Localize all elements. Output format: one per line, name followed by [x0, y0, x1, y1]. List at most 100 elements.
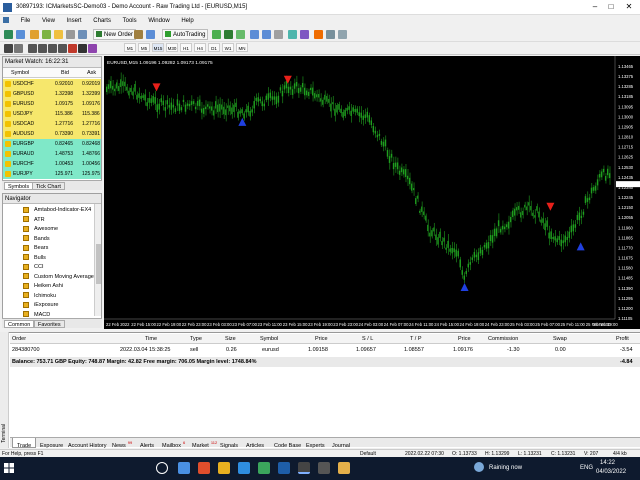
candle[interactable]: [386, 150, 389, 157]
candle[interactable]: [453, 248, 455, 253]
candle[interactable]: [439, 231, 441, 238]
candle[interactable]: [110, 81, 112, 89]
indicators-icon[interactable]: [314, 30, 323, 39]
candle[interactable]: [487, 242, 490, 249]
minimize-icon[interactable]: –: [588, 2, 602, 12]
candle[interactable]: [237, 111, 239, 118]
candle[interactable]: [277, 95, 280, 103]
new-chart-icon[interactable]: [4, 30, 13, 39]
candle[interactable]: [132, 91, 134, 96]
market-watch-row[interactable]: EURGBP 0.82465 0.82468: [3, 139, 101, 149]
candle[interactable]: [598, 173, 601, 178]
col-symbol[interactable]: Symbol: [11, 70, 29, 76]
candle[interactable]: [184, 104, 187, 112]
candle[interactable]: [483, 245, 486, 248]
bar-chart-icon[interactable]: [212, 30, 221, 39]
candle[interactable]: [421, 206, 423, 212]
terminal-tab[interactable]: Account History: [64, 438, 111, 449]
navigator-item[interactable]: ATR: [23, 216, 45, 225]
candle[interactable]: [188, 103, 191, 107]
candle[interactable]: [182, 99, 185, 102]
navigator-item[interactable]: CCI: [23, 263, 43, 272]
candle[interactable]: [128, 90, 130, 96]
market-watch-row[interactable]: USDJPY 115.386 115.386: [3, 109, 101, 119]
terminal-tab[interactable]: Market112: [188, 438, 219, 449]
candle[interactable]: [299, 87, 302, 92]
candle[interactable]: [239, 110, 241, 114]
candle[interactable]: [211, 106, 213, 111]
candle[interactable]: [301, 83, 304, 88]
sell-signal-arrow[interactable]: [152, 83, 161, 92]
chart-shift-icon[interactable]: [300, 30, 309, 39]
candle[interactable]: [507, 221, 510, 229]
candle[interactable]: [552, 236, 554, 240]
candle[interactable]: [249, 110, 251, 117]
candle[interactable]: [140, 95, 142, 99]
terminal-tab[interactable]: Mailbox6: [158, 438, 187, 449]
candle[interactable]: [229, 105, 231, 112]
candle[interactable]: [558, 236, 560, 240]
candle[interactable]: [584, 196, 587, 203]
scroll-thumb[interactable]: [96, 244, 101, 284]
timeframe-m1[interactable]: M1: [124, 43, 136, 52]
candle[interactable]: [148, 98, 150, 103]
candle[interactable]: [606, 168, 609, 176]
candle[interactable]: [398, 170, 401, 175]
options-icon[interactable]: [146, 30, 155, 39]
tab-tick-chart[interactable]: Tick Chart: [32, 182, 65, 190]
candle[interactable]: [170, 102, 173, 110]
terminal-tab[interactable]: Trade: [12, 438, 37, 449]
candle[interactable]: [136, 94, 138, 100]
candle[interactable]: [425, 215, 427, 221]
candle[interactable]: [251, 109, 253, 113]
candle[interactable]: [233, 104, 235, 112]
text-icon[interactable]: [78, 44, 87, 53]
candle[interactable]: [316, 94, 318, 98]
candle[interactable]: [461, 270, 463, 275]
navigator-icon[interactable]: [54, 30, 63, 39]
candle[interactable]: [433, 227, 435, 232]
word-icon[interactable]: [278, 462, 290, 474]
candle[interactable]: [336, 104, 338, 113]
candle[interactable]: [314, 93, 316, 99]
candle[interactable]: [144, 94, 146, 101]
candle[interactable]: [451, 247, 453, 254]
candle[interactable]: [118, 86, 120, 91]
candle[interactable]: [443, 237, 445, 242]
col-profit[interactable]: Profit: [616, 336, 629, 342]
candle[interactable]: [447, 240, 449, 248]
file-explorer-icon[interactable]: [218, 462, 230, 474]
candle[interactable]: [116, 82, 118, 89]
candle[interactable]: [568, 231, 570, 238]
edge-icon[interactable]: [238, 462, 250, 474]
candle[interactable]: [574, 224, 577, 228]
maximize-icon[interactable]: □: [604, 2, 618, 12]
search-icon[interactable]: [156, 462, 168, 474]
candle[interactable]: [493, 228, 496, 236]
col-commission[interactable]: Commission: [488, 336, 518, 342]
chart-canvas[interactable]: 1.13465 1.13375 1.13285 1.13185 1.13095 1.130…: [104, 56, 640, 329]
candle[interactable]: [501, 225, 504, 230]
buy-signal-arrow[interactable]: [460, 282, 469, 291]
col-ask[interactable]: Ask: [87, 70, 96, 76]
candle[interactable]: [594, 185, 597, 191]
candle[interactable]: [142, 95, 144, 98]
candle[interactable]: [338, 104, 340, 110]
candle[interactable]: [156, 104, 158, 112]
candle[interactable]: [219, 103, 221, 112]
candle[interactable]: [360, 112, 362, 118]
candle[interactable]: [312, 87, 314, 96]
candle[interactable]: [413, 188, 415, 191]
timeframe-m5[interactable]: M5: [138, 43, 150, 52]
candle[interactable]: [275, 96, 278, 105]
order-tp[interactable]: 1.08557: [404, 347, 424, 353]
candle[interactable]: [289, 86, 292, 90]
candle[interactable]: [146, 102, 148, 107]
candle[interactable]: [427, 224, 429, 232]
autotrading-button[interactable]: AutoTrading: [162, 29, 209, 40]
crosshair-icon[interactable]: [14, 44, 23, 53]
candle[interactable]: [437, 237, 439, 245]
profiles-icon[interactable]: [16, 30, 25, 39]
candle[interactable]: [204, 106, 207, 110]
candle[interactable]: [526, 206, 528, 211]
